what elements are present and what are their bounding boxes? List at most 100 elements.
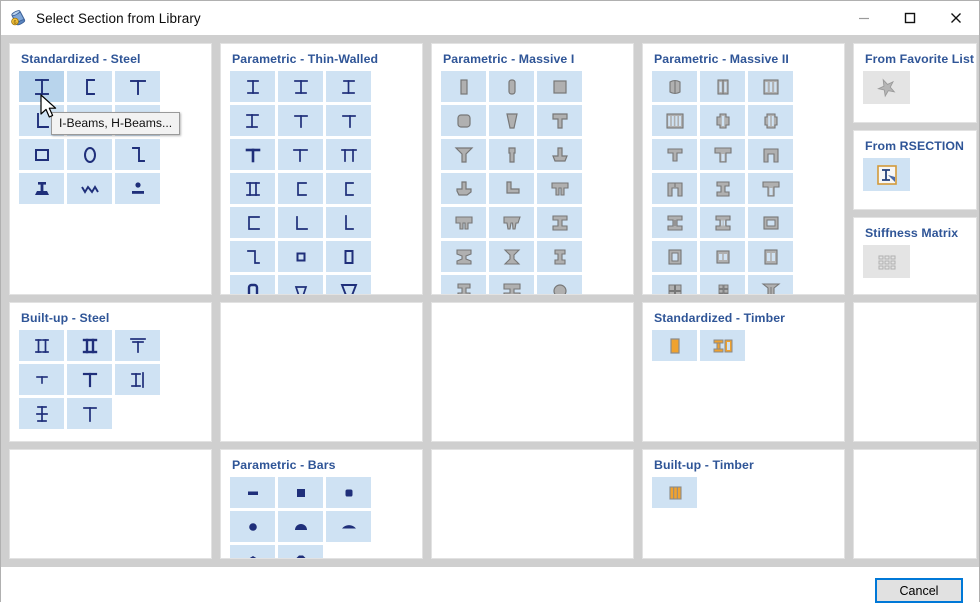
tile-box-single-cell[interactable]: [748, 207, 793, 238]
tile-massive-circle[interactable]: [537, 275, 582, 294]
tile-grid-four[interactable]: [652, 275, 697, 294]
tile-small-t[interactable]: [19, 364, 64, 395]
tile-three-cell-rect[interactable]: [748, 71, 793, 102]
tile-box-two-cell[interactable]: [700, 241, 745, 272]
tile-thin-c-2[interactable]: [326, 173, 371, 204]
tile-bar-square-round[interactable]: [326, 477, 371, 508]
tile-four-cell-rect[interactable]: [652, 105, 697, 136]
tile-rail-section[interactable]: [19, 173, 64, 204]
tile-thin-t-3[interactable]: [230, 139, 275, 170]
tile-thin-i-3[interactable]: [326, 71, 371, 102]
tile-z-section[interactable]: [115, 139, 160, 170]
tile-tee[interactable]: [115, 71, 160, 102]
tile-thin-t-2[interactable]: [326, 105, 371, 136]
tile-thin-t-1[interactable]: [278, 105, 323, 136]
tile-bar-circle[interactable]: [230, 511, 275, 542]
tile-massive-i-3[interactable]: [489, 241, 534, 272]
tile-two-cell-rect[interactable]: [700, 71, 745, 102]
tile-massive-rect-round[interactable]: [489, 71, 534, 102]
tile-i-hollow-2[interactable]: [748, 173, 793, 204]
tile-massive-i-5[interactable]: [441, 275, 486, 294]
tile-massive-i-4[interactable]: [537, 241, 582, 272]
tile-timber-i-joist[interactable]: [700, 330, 745, 361]
tile-massive-l-1[interactable]: [489, 173, 534, 204]
tile-thin-c-3[interactable]: [230, 207, 275, 238]
tile-massive-t-2[interactable]: [441, 139, 486, 170]
tile-timber-rect[interactable]: [652, 330, 697, 361]
tile-i-hollow-1[interactable]: [700, 173, 745, 204]
tile-thin-pi-1[interactable]: [326, 139, 371, 170]
tile-thin-t-4[interactable]: [278, 139, 323, 170]
minimize-icon[interactable]: [841, 1, 887, 35]
tile-corrugated[interactable]: [67, 173, 112, 204]
tile-hollow-rect[interactable]: [19, 139, 64, 170]
cancel-button[interactable]: Cancel: [875, 578, 963, 603]
tile-bar-segment[interactable]: [326, 511, 371, 542]
tile-timber-glulam[interactable]: [652, 477, 697, 508]
tile-massive-inv-t-2[interactable]: [441, 173, 486, 204]
tile-capped-t[interactable]: [115, 330, 160, 361]
tile-massive-double-leg[interactable]: [537, 173, 582, 204]
tile-box-single-cell-2[interactable]: [652, 241, 697, 272]
tile-thin-l-2[interactable]: [326, 207, 371, 238]
tile-box-two-cell-2[interactable]: [748, 241, 793, 272]
tile-massive-i-6[interactable]: [489, 275, 534, 294]
tile-thin-pi-2[interactable]: [230, 173, 275, 204]
tile-i-beam[interactable]: [19, 71, 64, 102]
tile-massive-double-leg-2[interactable]: [441, 207, 486, 238]
tile-thin-c-1[interactable]: [278, 173, 323, 204]
tile-bar-octagon[interactable]: [278, 545, 323, 558]
tile-i-with-bar[interactable]: [19, 398, 64, 429]
tile-thin-trapezoid-small[interactable]: [278, 275, 323, 294]
tile-bar-half-round[interactable]: [278, 511, 323, 542]
tile-i-stacked[interactable]: [748, 275, 793, 294]
tile-thin-trapezoid[interactable]: [326, 275, 371, 294]
tile-thin-box-small[interactable]: [278, 241, 323, 272]
panel-title: Built-up - Steel: [21, 311, 110, 325]
tile-massive-i-2[interactable]: [441, 241, 486, 272]
maximize-icon[interactable]: [887, 1, 933, 35]
tile-cross-cell-1[interactable]: [700, 105, 745, 136]
tile-channel[interactable]: [67, 71, 112, 102]
tile-massive-t-1[interactable]: [537, 105, 582, 136]
tile-grid-six[interactable]: [700, 275, 745, 294]
window-title: Select Section from Library: [36, 10, 201, 26]
tile-thin-z-1[interactable]: [230, 241, 275, 272]
tile-inverted-t[interactable]: [67, 364, 112, 395]
tile-massive-square-round[interactable]: [441, 105, 486, 136]
tile-hollow-barrel[interactable]: [652, 71, 697, 102]
tile-massive-taper[interactable]: [489, 105, 534, 136]
tile-portal-2[interactable]: [652, 173, 697, 204]
tile-thin-box-round[interactable]: [230, 275, 275, 294]
close-icon[interactable]: [933, 1, 979, 35]
tile-massive-t-narrow[interactable]: [489, 139, 534, 170]
tile-thin-i-4[interactable]: [230, 105, 275, 136]
matrix-grid-icon[interactable]: [863, 245, 910, 278]
tile-i-with-plate[interactable]: [115, 364, 160, 395]
tile-massive-rect-narrow[interactable]: [441, 71, 486, 102]
tile-i-hollow-3[interactable]: [652, 207, 697, 238]
favorite-star-icon[interactable]: [863, 71, 910, 104]
tile-i-plain[interactable]: [67, 398, 112, 429]
tile-portal-1[interactable]: [748, 139, 793, 170]
tile-massive-t-hollow-2[interactable]: [700, 139, 745, 170]
tile-thin-box-tall[interactable]: [326, 241, 371, 272]
tile-thin-l-1[interactable]: [278, 207, 323, 238]
tile-i-hollow-4[interactable]: [700, 207, 745, 238]
tile-thin-i-2[interactable]: [278, 71, 323, 102]
tile-massive-square[interactable]: [537, 71, 582, 102]
tile-thin-i-1[interactable]: [230, 71, 275, 102]
tile-massive-t-hollow[interactable]: [652, 139, 697, 170]
tile-bar-hexagon[interactable]: [230, 545, 275, 558]
tile-double-i[interactable]: [67, 330, 112, 361]
rsection-icon[interactable]: [863, 158, 910, 191]
tile-cross-cell-2[interactable]: [748, 105, 793, 136]
tile-hollow-circle[interactable]: [67, 139, 112, 170]
tile-bulb-flat[interactable]: [115, 173, 160, 204]
tile-massive-i-1[interactable]: [537, 207, 582, 238]
tile-massive-inv-t-1[interactable]: [537, 139, 582, 170]
tile-bar-square[interactable]: [278, 477, 323, 508]
tile-massive-double-leg-3[interactable]: [489, 207, 534, 238]
tile-double-channel[interactable]: [19, 330, 64, 361]
tile-bar-flat[interactable]: [230, 477, 275, 508]
